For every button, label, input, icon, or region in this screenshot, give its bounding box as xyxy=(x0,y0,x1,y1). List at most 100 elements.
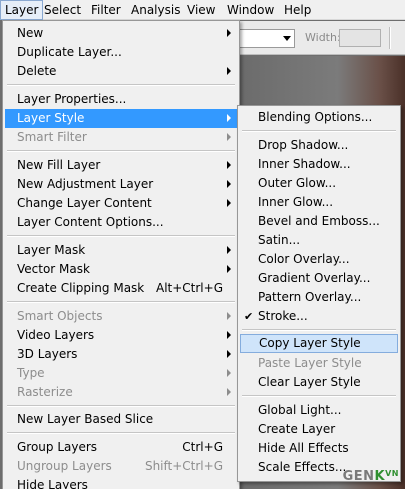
menu-item-label: Hide Layers xyxy=(17,478,88,489)
submenu-arrow-icon xyxy=(227,312,231,320)
layer-menu: New Duplicate Layer... Delete Layer Prop… xyxy=(2,20,240,489)
menu-item-group-layers[interactable]: Group Layers Ctrl+G xyxy=(5,438,237,457)
menu-item-copy-layer-style[interactable]: Copy Layer Style xyxy=(240,334,398,353)
menu-item-layer-content-options[interactable]: Layer Content Options... xyxy=(5,213,237,232)
menu-separator xyxy=(7,432,235,434)
menu-separator xyxy=(7,150,235,152)
menu-item-gradient-overlay[interactable]: Gradient Overlay... xyxy=(240,269,398,288)
menu-item-label: Create Layer xyxy=(258,422,336,436)
menu-item-label: Video Layers xyxy=(17,328,95,342)
menu-item-paste-layer-style: Paste Layer Style xyxy=(240,354,398,373)
menu-item-label: Copy Layer Style xyxy=(259,336,361,350)
menu-item-label: Type xyxy=(17,366,45,380)
menu-item-label: Stroke... xyxy=(258,309,308,323)
menu-item-new-layer-based-slice[interactable]: New Layer Based Slice xyxy=(5,410,237,429)
options-bar: Width: xyxy=(237,21,405,55)
menu-item-change-layer-content[interactable]: Change Layer Content xyxy=(5,194,237,213)
menu-item-stroke[interactable]: ✔ Stroke... xyxy=(240,307,398,326)
menu-item-hide-all-effects[interactable]: Hide All Effects xyxy=(240,439,398,458)
submenu-arrow-icon xyxy=(227,114,231,122)
menu-item-label: Hide All Effects xyxy=(258,441,349,455)
genk-watermark-logo: GENKVN xyxy=(343,469,399,485)
menu-separator xyxy=(242,395,396,397)
menu-item-outer-glow[interactable]: Outer Glow... xyxy=(240,174,398,193)
menu-item-label: Inner Shadow... xyxy=(258,157,351,171)
menu-item-3d-layers[interactable]: 3D Layers xyxy=(5,345,237,364)
menu-item-type: Type xyxy=(5,364,237,383)
layer-style-submenu: Blending Options... Drop Shadow... Inner… xyxy=(237,105,401,482)
menu-separator xyxy=(7,84,235,86)
submenu-arrow-icon xyxy=(227,133,231,141)
menu-item-label: Clear Layer Style xyxy=(258,375,361,389)
menu-item-video-layers[interactable]: Video Layers xyxy=(5,326,237,345)
menu-item-label: Global Light... xyxy=(258,403,342,417)
menu-analysis[interactable]: Analysis xyxy=(127,0,184,20)
menu-separator xyxy=(7,235,235,237)
menu-item-label: Create Clipping Mask xyxy=(17,281,145,295)
menu-item-pattern-overlay[interactable]: Pattern Overlay... xyxy=(240,288,398,307)
menu-item-label: Change Layer Content xyxy=(17,196,152,210)
menu-separator xyxy=(7,301,235,303)
menu-item-new-adjustment-layer[interactable]: New Adjustment Layer xyxy=(5,175,237,194)
menu-item-delete[interactable]: Delete xyxy=(5,62,237,81)
menu-separator xyxy=(7,405,235,407)
style-dropdown[interactable] xyxy=(237,29,295,48)
menu-item-create-layer[interactable]: Create Layer xyxy=(240,420,398,439)
menu-separator xyxy=(242,329,396,331)
menu-item-label: Paste Layer Style xyxy=(258,356,362,370)
menu-item-bevel-and-emboss[interactable]: Bevel and Emboss... xyxy=(240,212,398,231)
menu-item-inner-glow[interactable]: Inner Glow... xyxy=(240,193,398,212)
menu-help[interactable]: Help xyxy=(280,0,315,20)
submenu-arrow-icon xyxy=(227,199,231,207)
submenu-arrow-icon xyxy=(227,369,231,377)
menu-item-label: Rasterize xyxy=(17,385,73,399)
shortcut-label: Alt+Ctrl+G xyxy=(155,281,223,295)
menu-bar: Layer Select Filter Analysis View Window… xyxy=(0,0,405,20)
menu-item-label: Outer Glow... xyxy=(258,176,337,190)
menu-item-label: Smart Filter xyxy=(17,130,87,144)
menu-item-label: Color Overlay... xyxy=(258,252,350,266)
menu-item-label: Scale Effects... xyxy=(258,460,347,474)
menu-window[interactable]: Window xyxy=(223,0,278,20)
menu-item-label: Smart Objects xyxy=(17,309,103,323)
menu-item-ungroup-layers: Ungroup Layers Shift+Ctrl+G xyxy=(5,457,237,476)
menu-layer[interactable]: Layer xyxy=(0,0,44,20)
menu-item-vector-mask[interactable]: Vector Mask xyxy=(5,260,237,279)
menu-item-label: Inner Glow... xyxy=(258,195,334,209)
menu-item-layer-properties[interactable]: Layer Properties... xyxy=(5,90,237,109)
menu-item-drop-shadow[interactable]: Drop Shadow... xyxy=(240,136,398,155)
submenu-arrow-icon xyxy=(227,161,231,169)
menu-item-blending-options[interactable]: Blending Options... xyxy=(240,108,398,127)
menu-item-label: 3D Layers xyxy=(17,347,78,361)
menu-item-hide-layers[interactable]: Hide Layers xyxy=(5,476,237,489)
menu-item-global-light[interactable]: Global Light... xyxy=(240,401,398,420)
watermark-text: GEN xyxy=(342,469,375,484)
menu-item-smart-objects: Smart Objects xyxy=(5,307,237,326)
menu-item-layer-mask[interactable]: Layer Mask xyxy=(5,241,237,260)
menu-item-label: Vector Mask xyxy=(17,262,90,276)
menu-view[interactable]: View xyxy=(183,0,219,20)
menu-item-create-clipping-mask[interactable]: Create Clipping Mask Alt+Ctrl+G xyxy=(5,279,237,298)
menu-filter[interactable]: Filter xyxy=(87,0,125,20)
shortcut-label: Ctrl+G xyxy=(182,440,223,454)
menu-item-new[interactable]: New xyxy=(5,24,237,43)
watermark-text: K xyxy=(374,469,386,484)
submenu-arrow-icon xyxy=(227,67,231,75)
chevron-down-icon xyxy=(283,36,291,41)
submenu-arrow-icon xyxy=(227,180,231,188)
menu-item-duplicate-layer[interactable]: Duplicate Layer... xyxy=(5,43,237,62)
menu-item-label: Pattern Overlay... xyxy=(258,290,362,304)
menu-item-satin[interactable]: Satin... xyxy=(240,231,398,250)
menu-item-color-overlay[interactable]: Color Overlay... xyxy=(240,250,398,269)
menu-item-clear-layer-style[interactable]: Clear Layer Style xyxy=(240,373,398,392)
menu-item-label: Gradient Overlay... xyxy=(258,271,371,285)
menu-item-label: Drop Shadow... xyxy=(258,138,349,152)
menu-select[interactable]: Select xyxy=(40,0,85,20)
width-input[interactable] xyxy=(339,29,381,47)
menu-item-layer-style[interactable]: Layer Style xyxy=(5,109,237,128)
menu-item-inner-shadow[interactable]: Inner Shadow... xyxy=(240,155,398,174)
menu-item-label: Blending Options... xyxy=(258,110,373,124)
menu-item-new-fill-layer[interactable]: New Fill Layer xyxy=(5,156,237,175)
shortcut-label: Shift+Ctrl+G xyxy=(144,459,223,473)
submenu-arrow-icon xyxy=(227,350,231,358)
